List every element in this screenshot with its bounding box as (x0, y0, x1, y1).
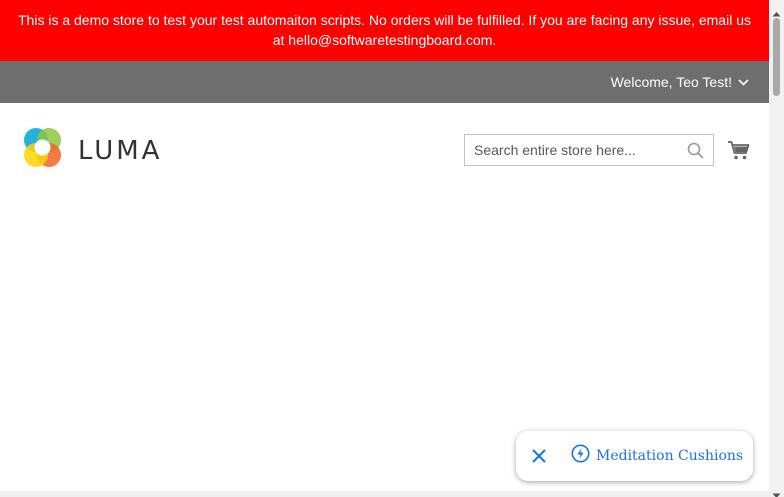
scrollbar-thumb[interactable] (773, 18, 780, 96)
lightning-icon (571, 444, 590, 468)
search-icon[interactable] (687, 142, 704, 164)
search-input[interactable] (465, 135, 683, 165)
page: This is a demo store to test your test a… (0, 0, 769, 497)
suggestion-label: Meditation Cushions (596, 448, 744, 464)
customer-welcome-menu[interactable]: Welcome, Teo Test! (611, 61, 749, 103)
scroll-down-arrow-icon[interactable] (772, 486, 781, 497)
header-content: LUMA (0, 103, 769, 195)
cart-icon[interactable] (727, 140, 750, 166)
bottom-edge (0, 491, 769, 497)
welcome-text: Welcome, Teo Test! (610, 74, 732, 90)
chevron-down-icon (738, 78, 749, 86)
suggestion-chip: Meditation Cushions (516, 431, 753, 481)
logo-text: LUMA (78, 135, 163, 166)
search-form (464, 134, 714, 166)
suggestion-action-button[interactable]: Meditation Cushions (571, 431, 743, 481)
demo-notice-text: This is a demo store to test your test a… (18, 12, 751, 48)
luma-logo-link[interactable]: LUMA (20, 126, 162, 175)
close-icon[interactable] (531, 448, 547, 469)
vertical-scrollbar[interactable] (769, 0, 784, 497)
panel-header: Welcome, Teo Test! (0, 61, 769, 103)
luma-logo-icon (20, 126, 64, 175)
demo-notice-banner: This is a demo store to test your test a… (0, 0, 769, 61)
